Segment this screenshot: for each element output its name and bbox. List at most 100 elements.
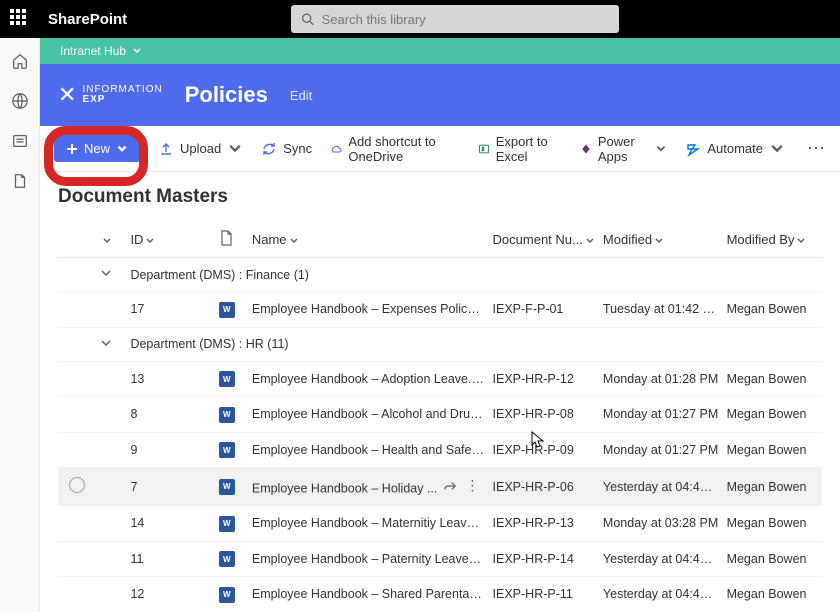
onedrive-icon [330,141,342,157]
table-row[interactable]: 17 W Employee Handbook – Expenses Policy… [58,292,822,328]
automate-button[interactable]: Automate [685,141,785,157]
cell-id: 8 [126,397,214,433]
cell-docnum: IEXP-HR-P-14 [489,541,599,577]
group-header-row[interactable]: Department (DMS) : HR (11) [58,327,822,361]
content-area: Intranet Hub ✕ INFORMATION EXP Policies … [40,38,840,612]
row-select-circle[interactable] [69,477,85,493]
word-doc-icon: W [219,479,235,495]
search-icon [301,12,314,26]
cell-name[interactable]: Employee Handbook – Holiday ... ⋮ [248,468,489,506]
cell-docnum: IEXP-HR-P-06 [489,468,599,506]
word-doc-icon: W [219,302,235,318]
cell-docnum: IEXP-HR-P-12 [489,361,599,397]
column-header-id[interactable]: ID [126,222,214,258]
cell-modifiedby: Megan Bowen [723,468,822,506]
cell-id: 14 [126,506,214,542]
cell-id: 13 [126,361,214,397]
view-title: Document Masters [58,186,822,208]
cell-modified: Monday at 03:28 PM [599,506,723,542]
table-row[interactable]: 13 W Employee Handbook – Adoption Leave.… [58,361,822,397]
new-button[interactable]: New [54,135,140,162]
cell-modifiedby: Megan Bowen [723,292,822,328]
chevron-down-icon [100,267,112,279]
cell-name[interactable]: Employee Handbook – Health and Safety.d.… [248,432,489,468]
cell-docnum: IEXP-F-P-01 [489,292,599,328]
chevron-down-icon [654,236,664,246]
column-header-name[interactable]: Name [248,222,489,258]
edit-nav-link[interactable]: Edit [290,88,312,103]
cell-name[interactable]: Employee Handbook – Adoption Leave.docx [248,361,489,397]
chevron-down-icon [796,236,806,246]
powerapps-button[interactable]: Power Apps [580,134,667,164]
group-header-row[interactable]: Department (DMS) : Finance (1) [58,258,822,292]
hub-name: Intranet Hub [60,44,126,58]
document-list: ID Name Document Nu... Modified Modified… [58,222,822,612]
table-row[interactable]: 8 W Employee Handbook – Alcohol and Drug… [58,397,822,433]
word-doc-icon: W [219,551,235,567]
sync-icon [261,141,277,157]
chevron-down-icon [227,141,243,157]
cell-modifiedby: Megan Bowen [723,432,822,468]
globe-icon[interactable] [11,92,29,110]
logo-text: INFORMATION EXP [82,85,162,105]
app-launcher-icon[interactable] [10,9,30,29]
column-header-modified[interactable]: Modified [599,222,723,258]
cell-modified: Yesterday at 04:47 PM [599,541,723,577]
word-doc-icon: W [219,587,235,603]
cell-name[interactable]: Employee Handbook – Alcohol and Drugs P.… [248,397,489,433]
search-box[interactable] [291,5,619,33]
table-row[interactable]: 14 W Employee Handbook – Maternitiy Leav… [58,506,822,542]
cell-name[interactable]: Employee Handbook – Expenses Policy and.… [248,292,489,328]
search-input[interactable] [322,12,609,27]
table-row[interactable]: 12 W Employee Handbook – Shared Parental… [58,577,822,612]
column-header-type[interactable] [215,222,248,258]
new-button-label: New [84,141,110,156]
cell-modified: Yesterday at 04:47 PM [599,577,723,612]
chevron-down-icon [145,236,155,246]
table-row[interactable]: 7 W Employee Handbook – Holiday ... ⋮ IE… [58,468,822,506]
expand-all-header[interactable] [96,222,127,258]
library-title: Policies [185,82,268,108]
row-more-icon[interactable]: ⋮ [465,477,479,494]
column-header-row: ID Name Document Nu... Modified Modified… [58,222,822,258]
chevron-down-icon [102,236,112,246]
plus-icon [66,143,78,155]
powerapps-icon [580,141,592,157]
word-doc-icon: W [219,407,235,423]
news-icon[interactable] [11,132,29,150]
home-icon[interactable] [11,52,29,70]
column-header-modifiedby[interactable]: Modified By [723,222,822,258]
share-icon[interactable] [443,479,457,493]
chevron-down-icon [655,141,667,157]
cell-docnum: IEXP-HR-P-11 [489,577,599,612]
command-bar: New Upload Sync Add shortcut to OneDrive… [40,126,840,172]
column-header-docnum[interactable]: Document Nu... [489,222,599,258]
cell-modifiedby: Megan Bowen [723,577,822,612]
table-row[interactable]: 11 W Employee Handbook – Paternity Leave… [58,541,822,577]
table-row[interactable]: 9 W Employee Handbook – Health and Safet… [58,432,822,468]
logo-mark: ✕ [58,82,76,108]
add-shortcut-button[interactable]: Add shortcut to OneDrive [330,134,459,164]
cell-id: 7 [126,468,214,506]
files-icon[interactable] [11,172,29,190]
site-logo[interactable]: ✕ INFORMATION EXP [58,82,163,108]
cell-name[interactable]: Employee Handbook – Maternitiy Leave an.… [248,506,489,542]
cell-name[interactable]: Employee Handbook – Paternity Leave and … [248,541,489,577]
chevron-down-icon [289,236,299,246]
cell-modifiedby: Megan Bowen [723,361,822,397]
suite-header: SharePoint [0,0,840,38]
cell-name[interactable]: Employee Handbook – Shared Parental Lea.… [248,577,489,612]
cell-id: 9 [126,432,214,468]
word-doc-icon: W [219,371,235,387]
more-actions-button[interactable]: ⋯ [807,138,826,159]
cell-modified: Monday at 01:28 PM [599,361,723,397]
word-doc-icon: W [219,516,235,532]
hub-bar[interactable]: Intranet Hub [40,38,840,64]
upload-icon [158,141,174,157]
sync-button[interactable]: Sync [261,141,312,157]
upload-button[interactable]: Upload [158,141,243,157]
cell-docnum: IEXP-HR-P-08 [489,397,599,433]
product-brand: SharePoint [48,11,127,28]
chevron-down-icon [769,141,785,157]
export-excel-button[interactable]: Export to Excel [478,134,562,164]
